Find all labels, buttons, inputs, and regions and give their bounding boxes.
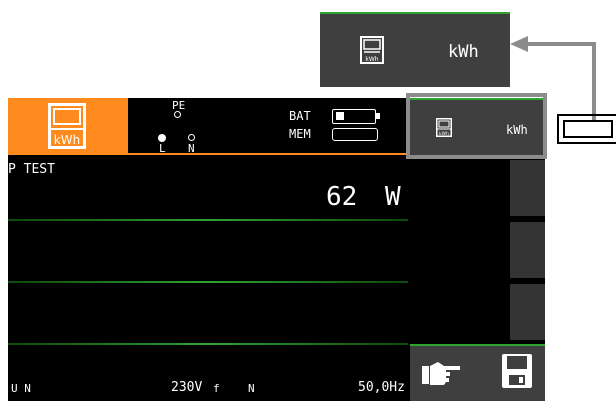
meter-label: kWh	[54, 133, 80, 147]
bottom-buttons	[410, 344, 545, 401]
floppy-disk-icon[interactable]	[501, 353, 533, 393]
footer-un-label: U N	[11, 382, 31, 395]
physical-softkey[interactable]	[557, 114, 616, 144]
pointing-hand-icon[interactable]	[420, 358, 462, 392]
pe-indicator	[174, 111, 181, 118]
footer-frequency: 50,0Hz	[358, 380, 405, 395]
header: kWh PE L N BAT MEM	[8, 98, 408, 155]
measurement-unit: W	[385, 182, 401, 212]
meter-label: kWh	[365, 56, 378, 63]
pe-label: PE	[172, 99, 186, 112]
softkey-empty-2[interactable]	[510, 222, 545, 278]
softkey-empty-1[interactable]	[510, 160, 545, 216]
footer-f-label: f	[213, 382, 220, 395]
bat-label: BAT	[289, 109, 311, 123]
kwh-meter-icon: kWh	[48, 103, 86, 153]
mode-indicator: kWh	[8, 98, 128, 155]
measurement-value: 62	[326, 182, 358, 212]
measurement-title: P TEST	[8, 162, 55, 177]
row-separator	[8, 281, 408, 283]
footer-voltage: 230V	[171, 380, 203, 395]
zoom-callout: kWh kWh	[320, 12, 510, 87]
n-label: N	[188, 142, 195, 155]
row-separator	[8, 343, 408, 345]
mem-label: MEM	[289, 127, 311, 141]
battery-icon	[332, 109, 376, 124]
header-underline	[128, 153, 408, 155]
highlight-frame	[406, 93, 547, 159]
footer-n-label: N	[248, 382, 255, 395]
memory-icon	[332, 128, 378, 141]
softkey-empty-3[interactable]	[510, 284, 545, 340]
row-separator	[8, 219, 408, 221]
zoom-label: kWh	[448, 42, 479, 62]
l-indicator	[158, 134, 166, 142]
n-indicator	[188, 134, 195, 141]
l-label: L	[159, 142, 166, 155]
kwh-meter-icon: kWh	[360, 36, 384, 68]
